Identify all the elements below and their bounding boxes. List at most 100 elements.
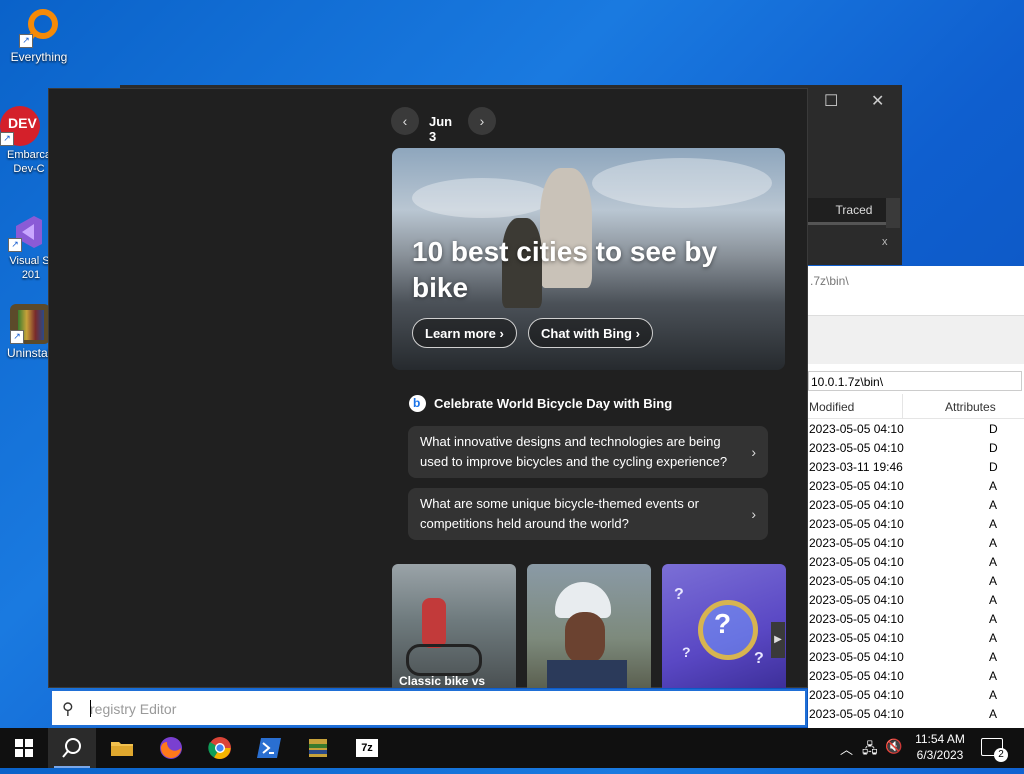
table-row[interactable]: 2023-05-05 04:10 A bbox=[808, 533, 1024, 552]
table-row[interactable]: 2023-05-05 04:10 A bbox=[808, 590, 1024, 609]
card-bike-image bbox=[406, 644, 482, 676]
chevron-right-icon: › bbox=[479, 113, 485, 129]
everything-icon: ↗ bbox=[19, 8, 59, 48]
winrar-icon bbox=[309, 739, 327, 757]
chevron-right-icon: › bbox=[751, 444, 756, 460]
toolbar bbox=[808, 316, 1024, 364]
address-bar[interactable]: 10.0.1.7z\bin\ bbox=[808, 371, 1022, 391]
chevron-right-icon: › bbox=[499, 326, 504, 341]
suggestion-text: What are some unique bicycle-themed even… bbox=[420, 496, 699, 531]
table-row[interactable]: 2023-05-05 04:10 A bbox=[808, 609, 1024, 628]
scrollbar[interactable] bbox=[886, 198, 900, 228]
column-modified[interactable]: Modified bbox=[809, 400, 854, 414]
file-manager-window: .7z\bin\ 10.0.1.7z\bin\ Modified Attribu… bbox=[808, 266, 1024, 728]
hero-title[interactable]: 10 best cities to see by bike bbox=[412, 234, 752, 306]
bing-suggestion[interactable]: What are some unique bicycle-themed even… bbox=[408, 488, 768, 540]
taskbar-chrome[interactable] bbox=[196, 728, 244, 768]
chrome-icon bbox=[208, 737, 231, 759]
network-icon[interactable]: 🖧 bbox=[862, 738, 878, 762]
table-row[interactable]: 2023-05-05 04:10 A bbox=[808, 571, 1024, 590]
modified-cell: 2023-05-05 04:10 bbox=[809, 422, 904, 436]
next-day-button[interactable]: › bbox=[468, 107, 496, 135]
table-row[interactable]: 2023-05-05 04:10 A bbox=[808, 647, 1024, 666]
previous-day-button[interactable]: ‹ bbox=[391, 107, 419, 135]
table-row[interactable]: 2023-05-05 04:10 D bbox=[808, 438, 1024, 457]
modified-cell: 2023-05-05 04:10 bbox=[809, 593, 904, 607]
search-panel: ‹ Jun 3 › 10 best cities to see by bike … bbox=[48, 88, 808, 688]
attributes-cell: A bbox=[989, 612, 998, 626]
taskbar-file-explorer[interactable] bbox=[98, 728, 146, 768]
news-card[interactable] bbox=[527, 564, 651, 688]
table-row[interactable]: 2023-05-05 04:10 A bbox=[808, 628, 1024, 647]
powershell-icon bbox=[257, 738, 281, 758]
file-list: 2023-05-05 04:10 D 2023-05-05 04:10 D 2023… bbox=[808, 419, 1024, 723]
card-rider-image bbox=[422, 598, 446, 648]
taskbar-powershell[interactable] bbox=[245, 728, 293, 768]
modified-cell: 2023-05-05 04:10 bbox=[809, 669, 904, 683]
uninstall-icon: ↗ bbox=[10, 304, 50, 344]
shortcut-arrow-icon: ↗ bbox=[8, 238, 22, 252]
chevron-right-icon: › bbox=[635, 326, 640, 341]
visual-studio-icon: ↗ bbox=[8, 212, 48, 252]
table-row[interactable]: 2023-05-05 04:10 A bbox=[808, 476, 1024, 495]
attributes-cell: A bbox=[989, 593, 998, 607]
bing-logo-icon: b bbox=[409, 395, 426, 412]
modified-cell: 2023-05-05 04:10 bbox=[809, 707, 904, 721]
column-divider[interactable] bbox=[902, 394, 903, 418]
search-box[interactable]: ⚲ bbox=[50, 689, 807, 727]
hero-cloud bbox=[412, 178, 552, 218]
folder-icon bbox=[111, 742, 133, 756]
clock-time: 11:54 AM bbox=[915, 732, 965, 746]
shortcut-arrow-icon: ↗ bbox=[10, 330, 24, 344]
question-mark-icon: ? bbox=[754, 650, 764, 667]
desktop-icon-everything[interactable]: ↗ Everything bbox=[3, 8, 75, 64]
attributes-cell: D bbox=[989, 460, 998, 474]
table-row[interactable]: 2023-05-05 04:10 A bbox=[808, 514, 1024, 533]
taskbar-firefox[interactable] bbox=[147, 728, 195, 768]
card-title: Classic bike vs bbox=[399, 674, 486, 688]
table-row[interactable]: 2023-05-05 04:10 A bbox=[808, 495, 1024, 514]
question-mark-icon: ? bbox=[674, 586, 684, 603]
search-input[interactable] bbox=[88, 697, 692, 721]
chat-with-bing-button[interactable]: Chat with Bing › bbox=[528, 318, 653, 348]
taskbar-7zip[interactable]: 7z bbox=[343, 728, 391, 768]
cards-next-button[interactable]: ▶ bbox=[771, 622, 785, 658]
taskbar-winrar[interactable] bbox=[294, 728, 342, 768]
attributes-cell: A bbox=[989, 479, 998, 493]
table-row[interactable]: 2023-05-05 04:10 A bbox=[808, 666, 1024, 685]
table-row[interactable]: 2023-05-05 04:10 A bbox=[808, 704, 1024, 723]
column-attributes[interactable]: Attributes bbox=[945, 400, 996, 414]
clock[interactable]: 11:54 AM 6/3/2023 bbox=[905, 731, 975, 763]
desktop-icon-label: Everything bbox=[10, 50, 68, 64]
bing-suggestion[interactable]: What innovative designs and technologies… bbox=[408, 426, 768, 478]
table-row[interactable]: 2023-05-05 04:10 A bbox=[808, 552, 1024, 571]
table-row[interactable]: 2023-03-11 19:46 D bbox=[808, 457, 1024, 476]
attributes-cell: A bbox=[989, 555, 998, 569]
attributes-cell: A bbox=[989, 498, 998, 512]
attributes-cell: A bbox=[989, 517, 998, 531]
modified-cell: 2023-05-05 04:10 bbox=[809, 650, 904, 664]
search-taskbar-button[interactable] bbox=[48, 728, 96, 768]
news-card[interactable]: Classic bike vs bbox=[392, 564, 516, 688]
modified-cell: 2023-05-05 04:10 bbox=[809, 574, 904, 588]
start-button[interactable] bbox=[0, 728, 48, 768]
maximize-icon[interactable]: ☐ bbox=[824, 91, 838, 111]
attributes-cell: A bbox=[989, 688, 998, 702]
volume-muted-icon[interactable]: 🔇 bbox=[885, 738, 902, 755]
attributes-cell: A bbox=[989, 631, 998, 645]
attributes-cell: A bbox=[989, 707, 998, 721]
news-card[interactable]: ? ? ? ? bbox=[662, 564, 786, 688]
close-tab-icon[interactable]: x bbox=[882, 236, 888, 248]
column-headers: Modified Attributes bbox=[808, 394, 1024, 419]
taskbar: 7z ︿ 🖧 🔇 11:54 AM 6/3/2023 2 bbox=[0, 728, 1024, 768]
modified-cell: 2023-05-05 04:10 bbox=[809, 498, 904, 512]
table-row[interactable]: 2023-05-05 04:10 D bbox=[808, 419, 1024, 438]
table-row[interactable]: 2023-05-05 04:10 A bbox=[808, 685, 1024, 704]
question-mark-icon: ? bbox=[682, 644, 691, 660]
close-icon[interactable]: ✕ bbox=[871, 91, 884, 111]
windows-logo-icon bbox=[15, 739, 33, 757]
hero-card[interactable]: 10 best cities to see by bike Learn more… bbox=[392, 148, 785, 370]
modified-cell: 2023-05-05 04:10 bbox=[809, 479, 904, 493]
learn-more-button[interactable]: Learn more › bbox=[412, 318, 517, 348]
chevron-up-icon[interactable]: ︿ bbox=[840, 739, 853, 758]
